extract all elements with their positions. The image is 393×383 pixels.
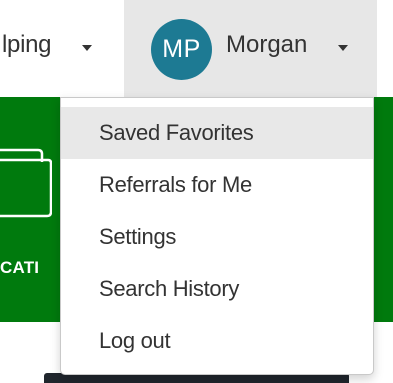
menu-item-label: Referrals for Me	[99, 172, 252, 197]
banner-label: CATI	[0, 258, 40, 277]
menu-item-label: Settings	[99, 224, 177, 249]
user-name: Morgan	[226, 31, 308, 58]
menu-item-settings[interactable]: Settings	[61, 211, 373, 263]
top-navbar: lping MP Morgan	[0, 0, 393, 97]
chevron-down-icon	[82, 45, 92, 51]
avatar: MP	[151, 19, 212, 80]
menu-item-label: Search History	[99, 276, 240, 301]
folder-icon	[0, 148, 52, 218]
user-menu-toggle[interactable]: MP Morgan	[124, 0, 377, 97]
page: lping MP Morgan CATI Saved Favorites Ref…	[0, 0, 393, 383]
menu-item-search-history[interactable]: Search History	[61, 263, 373, 315]
chevron-down-icon	[338, 45, 348, 51]
user-dropdown-menu: Saved Favorites Referrals for Me Setting…	[60, 97, 374, 375]
menu-item-label: Log out	[99, 328, 171, 353]
menu-item-log-out[interactable]: Log out	[61, 315, 373, 367]
nav-helping-menu[interactable]: lping	[0, 0, 124, 97]
menu-item-referrals-for-me[interactable]: Referrals for Me	[61, 159, 373, 211]
menu-item-saved-favorites[interactable]: Saved Favorites	[61, 107, 373, 159]
nav-helping-label: lping	[2, 31, 52, 58]
menu-item-label: Saved Favorites	[99, 120, 254, 145]
